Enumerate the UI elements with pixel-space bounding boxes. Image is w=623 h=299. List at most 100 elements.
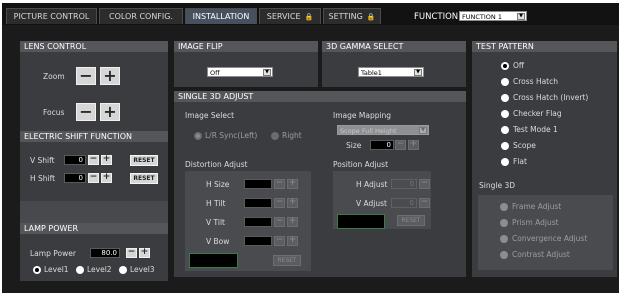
h-tilt-value[interactable]: [244, 198, 272, 208]
single-3d-adjust-panel: SINGLE 3D ADJUST Image Select L/R Sync(L…: [174, 91, 466, 277]
single-3d-option-label: Convergence Adjust: [512, 234, 588, 243]
single-3d-option-label: Frame Adjust: [512, 202, 562, 211]
h-size-minus-button[interactable]: −: [274, 179, 285, 189]
test-pattern-radio[interactable]: [501, 62, 509, 70]
h-shift-minus-button[interactable]: −: [88, 173, 99, 183]
test-pattern-title: TEST PATTERN: [472, 41, 617, 52]
distortion-display-box: [189, 253, 238, 268]
distortion-adjust-label: Distortion Adjust: [185, 160, 248, 169]
lamp-power-value[interactable]: 80.0: [90, 248, 120, 258]
lamp-power-minus-button[interactable]: −: [126, 248, 137, 258]
gamma-select[interactable]: Table1 ▼: [358, 67, 424, 77]
v-shift-reset-button[interactable]: RESET: [130, 155, 158, 166]
function-value: FUNCTION 1: [462, 13, 502, 21]
v-bow-label: V Bow: [206, 237, 230, 246]
h-shift-plus-button[interactable]: +: [101, 173, 112, 183]
tab-service[interactable]: SERVICE 🔒: [259, 8, 321, 24]
single-3d-radio[interactable]: [500, 251, 508, 259]
level2-radio[interactable]: [76, 266, 84, 274]
v-adjust-value[interactable]: 0: [391, 198, 417, 208]
size-plus-button[interactable]: +: [408, 140, 419, 150]
zoom-label: Zoom: [43, 72, 65, 81]
zoom-plus-button[interactable]: +: [100, 67, 120, 85]
test-pattern-radio[interactable]: [501, 94, 509, 102]
image-mapping-select[interactable]: Scope Full Height ▼: [337, 125, 429, 135]
lamp-power-title: LAMP POWER: [20, 223, 168, 234]
size-minus-button[interactable]: −: [395, 140, 406, 150]
h-size-plus-button[interactable]: +: [287, 179, 298, 189]
tab-setting[interactable]: SETTING 🔒: [323, 8, 381, 24]
h-tilt-minus-button[interactable]: −: [274, 198, 285, 208]
test-pattern-radio[interactable]: [501, 142, 509, 150]
lamp-power-panel: LAMP POWER Lamp Power 80.0 − + Level1 Le…: [20, 223, 168, 281]
v-adjust-minus-button[interactable]: −: [419, 198, 430, 208]
position-reset-button[interactable]: RESET: [397, 215, 425, 226]
test-pattern-radio[interactable]: [501, 158, 509, 166]
h-shift-value[interactable]: 0: [64, 173, 86, 183]
image-flip-title: IMAGE FLIP: [174, 41, 318, 52]
v-tilt-plus-button[interactable]: +: [287, 217, 298, 227]
level3-radio[interactable]: [119, 266, 127, 274]
v-tilt-minus-button[interactable]: −: [274, 217, 285, 227]
lamp-power-plus-button[interactable]: +: [139, 248, 150, 258]
h-adjust-minus-button[interactable]: −: [419, 179, 430, 189]
lamp-power-label: Lamp Power: [30, 249, 76, 258]
v-tilt-label: V Tilt: [206, 218, 225, 227]
level1-radio[interactable]: [33, 266, 41, 274]
test-pattern-option-label: Checker Flag: [513, 109, 562, 118]
level2-label: Level2: [87, 265, 112, 274]
test-pattern-radio[interactable]: [501, 110, 509, 118]
tab-color-config[interactable]: COLOR CONFIG.: [99, 8, 183, 24]
tab-installation[interactable]: INSTALLATION: [185, 8, 257, 24]
chevron-down-icon: ▼: [517, 13, 525, 20]
single-3d-option-label: Prism Adjust: [512, 218, 559, 227]
image-select-right-radio[interactable]: [271, 132, 279, 140]
h-size-value[interactable]: [244, 179, 272, 189]
app-window: PICTURE CONTROL COLOR CONFIG. INSTALLATI…: [2, 3, 619, 293]
h-tilt-label: H Tilt: [206, 199, 226, 208]
size-label: Size: [346, 141, 362, 150]
function-select[interactable]: FUNCTION 1 ▼: [459, 11, 527, 21]
test-pattern-radio[interactable]: [501, 78, 509, 86]
h-tilt-plus-button[interactable]: +: [287, 198, 298, 208]
level1-label: Level1: [44, 265, 69, 274]
h-adjust-value[interactable]: 0: [391, 179, 417, 189]
image-flip-select[interactable]: Off ▼: [207, 67, 273, 77]
h-shift-reset-button[interactable]: RESET: [130, 173, 158, 184]
tab-label: PICTURE CONTROL: [13, 12, 90, 21]
single-3d-radio[interactable]: [500, 219, 508, 227]
lock-icon: 🔒: [366, 13, 376, 21]
image-mapping-value: Scope Full Height: [340, 127, 397, 135]
image-flip-panel: IMAGE FLIP Off ▼: [174, 41, 318, 87]
tab-label: SETTING: [328, 12, 363, 21]
test-pattern-option-label: Scope: [513, 141, 536, 150]
image-select-lr-radio[interactable]: [194, 132, 202, 140]
focus-plus-button[interactable]: +: [100, 103, 120, 121]
zoom-minus-button[interactable]: −: [76, 67, 96, 85]
distortion-box: H Size − + H Tilt − + V Tilt − + V Bow −…: [185, 171, 311, 271]
image-mapping-label: Image Mapping: [333, 111, 392, 120]
test-pattern-option-label: Test Mode 1: [513, 125, 558, 134]
tab-picture-control[interactable]: PICTURE CONTROL: [6, 8, 97, 24]
image-select-lr-label: L/R Sync(Left): [205, 131, 258, 140]
position-display-box: [337, 214, 385, 229]
image-select-label: Image Select: [185, 111, 235, 120]
lens-control-title: LENS CONTROL: [20, 41, 168, 52]
v-bow-minus-button[interactable]: −: [274, 236, 285, 246]
function-label: FUNCTION: [414, 12, 459, 22]
single-3d-radio[interactable]: [500, 203, 508, 211]
v-shift-minus-button[interactable]: −: [88, 155, 99, 165]
h-shift-label: H Shift: [30, 174, 56, 183]
single-3d-radio[interactable]: [500, 235, 508, 243]
v-shift-value[interactable]: 0: [64, 155, 86, 165]
v-tilt-value[interactable]: [244, 217, 272, 227]
focus-minus-button[interactable]: −: [76, 103, 96, 121]
v-bow-value[interactable]: [244, 236, 272, 246]
v-bow-plus-button[interactable]: +: [287, 236, 298, 246]
tab-label: INSTALLATION: [192, 12, 250, 21]
gamma-title: 3D GAMMA SELECT: [322, 41, 466, 52]
v-shift-plus-button[interactable]: +: [101, 155, 112, 165]
size-value[interactable]: 0: [370, 140, 394, 150]
test-pattern-radio[interactable]: [501, 126, 509, 134]
distortion-reset-button[interactable]: RESET: [273, 255, 301, 266]
